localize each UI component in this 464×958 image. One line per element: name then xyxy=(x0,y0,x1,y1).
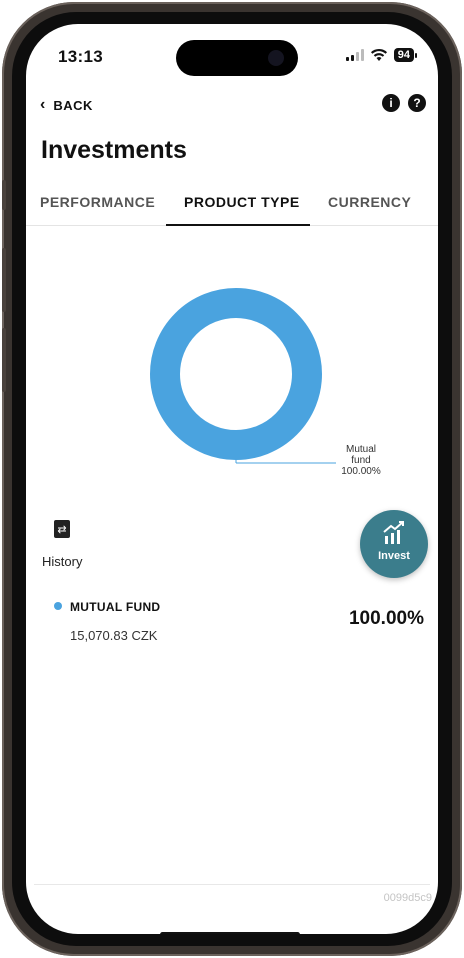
volume-down-button xyxy=(2,328,6,392)
status-time: 13:13 xyxy=(58,47,103,66)
app-screen: 13:13 94 ‹ BACK i ? Investments PERFORMA… xyxy=(26,24,438,934)
tab-bar: PERFORMANCE PRODUCT TYPE CURRENCY xyxy=(26,190,438,226)
back-label: BACK xyxy=(53,97,93,113)
info-icon[interactable]: i xyxy=(382,94,400,112)
volume-up-button xyxy=(2,248,6,312)
history-icon[interactable]: ⇄ xyxy=(54,520,70,538)
help-icon[interactable]: ? xyxy=(408,94,426,112)
footer-divider xyxy=(34,884,430,885)
home-indicator[interactable] xyxy=(160,932,300,934)
tab-performance[interactable]: PERFORMANCE xyxy=(40,194,155,210)
invest-label: Invest xyxy=(378,550,410,562)
callout-line-3: 100.00% xyxy=(341,466,381,477)
top-actions: i ? xyxy=(382,94,426,112)
legend-dot xyxy=(54,602,62,610)
slice-data-label: Mutual fund 100.00% xyxy=(326,444,396,477)
invest-chart-icon xyxy=(383,521,404,544)
status-indicators: 94 xyxy=(345,48,418,62)
tab-product-type[interactable]: PRODUCT TYPE xyxy=(184,194,300,210)
callout-line-2: fund xyxy=(351,455,371,466)
holding-percent: 100.00% xyxy=(348,608,424,629)
signal-icon xyxy=(345,49,364,61)
holding-amount: 15,070.83 CZK xyxy=(70,628,158,643)
back-button[interactable]: ‹ BACK xyxy=(40,96,93,114)
page-title: Investments xyxy=(41,136,187,164)
mute-switch xyxy=(2,180,6,210)
camera-icon xyxy=(268,50,284,66)
active-tab-indicator xyxy=(166,224,310,226)
tab-currency[interactable]: CURRENCY xyxy=(328,194,411,210)
wifi-icon xyxy=(370,48,387,61)
build-code: 0099d5c9 xyxy=(383,892,432,904)
history-label[interactable]: History xyxy=(42,554,82,569)
chevron-left-icon: ‹ xyxy=(40,96,46,113)
invest-button[interactable]: Invest xyxy=(360,510,428,578)
donut-slice-mutual-fund[interactable] xyxy=(150,288,322,460)
holding-name[interactable]: MUTUAL FUND xyxy=(70,600,160,614)
callout-line-1: Mutual xyxy=(345,444,376,455)
dynamic-island xyxy=(176,40,298,76)
battery-icon: 94 xyxy=(393,48,418,62)
